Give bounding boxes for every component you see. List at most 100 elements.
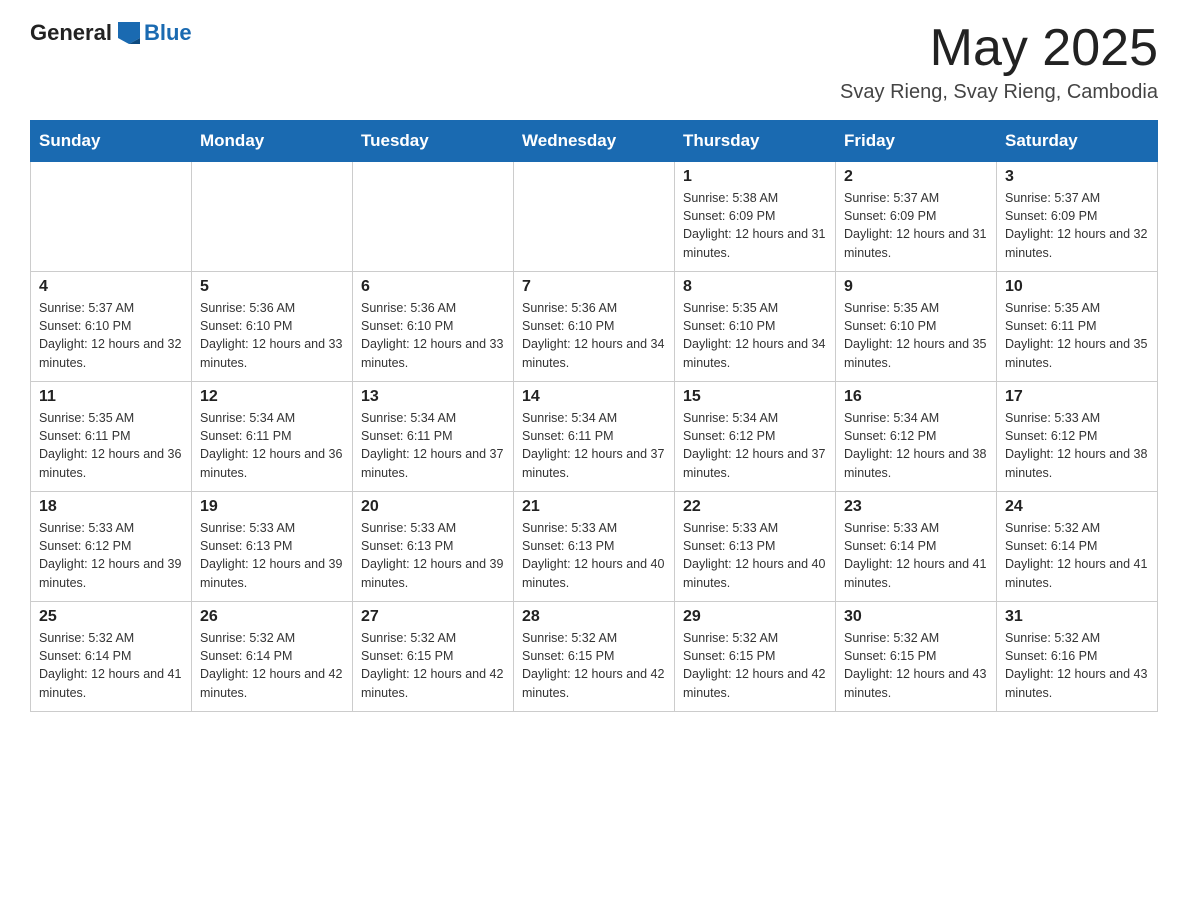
day-number: 24: [1005, 498, 1149, 516]
calendar-day-5: 5 Sunrise: 5:36 AM Sunset: 6:10 PM Daylig…: [192, 272, 353, 382]
day-info: Sunrise: 5:35 AM Sunset: 6:10 PM Dayligh…: [844, 299, 988, 372]
location-title: Svay Rieng, Svay Rieng, Cambodia: [840, 81, 1158, 104]
day-number: 16: [844, 388, 988, 406]
calendar-day-23: 23Sunrise: 5:33 AM Sunset: 6:14 PM Dayli…: [836, 492, 997, 602]
day-info: Sunrise: 5:38 AM Sunset: 6:09 PM Dayligh…: [683, 189, 827, 262]
calendar-day-16: 16 Sunrise: 5:34 AM Sunset: 6:12 PM Dayli…: [836, 382, 997, 492]
col-header-friday: Friday: [836, 121, 997, 162]
day-info: Sunrise: 5:35 AM Sunset: 6:10 PM Dayligh…: [683, 299, 827, 372]
day-info: Sunrise: 5:35 AM Sunset: 6:11 PM Dayligh…: [39, 409, 183, 482]
col-header-wednesday: Wednesday: [514, 121, 675, 162]
day-number: 14: [522, 388, 666, 406]
day-info: Sunrise: 5:33 AM Sunset: 6:13 PM Dayligh…: [361, 519, 505, 592]
calendar-day-3: 3 Sunrise: 5:37 AM Sunset: 6:09 PM Daylig…: [997, 162, 1158, 272]
day-info: Sunrise: 5:32 AM Sunset: 6:16 PM Dayligh…: [1005, 629, 1149, 702]
day-number: 17: [1005, 388, 1149, 406]
day-info: Sunrise: 5:32 AM Sunset: 6:14 PM Dayligh…: [200, 629, 344, 702]
calendar-day-19: 19Sunrise: 5:33 AM Sunset: 6:13 PM Dayli…: [192, 492, 353, 602]
calendar-day-26: 26 Sunrise: 5:32 AM Sunset: 6:14 PM Dayli…: [192, 602, 353, 712]
day-number: 23: [844, 498, 988, 516]
calendar-day-7: 7Sunrise: 5:36 AM Sunset: 6:10 PM Daylig…: [514, 272, 675, 382]
day-number: 8: [683, 278, 827, 296]
calendar-day-8: 8 Sunrise: 5:35 AM Sunset: 6:10 PM Daylig…: [675, 272, 836, 382]
calendar-day-11: 11 Sunrise: 5:35 AM Sunset: 6:11 PM Dayli…: [31, 382, 192, 492]
day-number: 3: [1005, 168, 1149, 186]
day-info: Sunrise: 5:34 AM Sunset: 6:11 PM Dayligh…: [361, 409, 505, 482]
day-info: Sunrise: 5:32 AM Sunset: 6:15 PM Dayligh…: [522, 629, 666, 702]
calendar-day-1: 1 Sunrise: 5:38 AM Sunset: 6:09 PM Daylig…: [675, 162, 836, 272]
calendar-week-row: 25 Sunrise: 5:32 AM Sunset: 6:14 PM Dayli…: [31, 602, 1158, 712]
calendar-header-row: SundayMondayTuesdayWednesdayThursdayFrid…: [31, 121, 1158, 162]
day-info: Sunrise: 5:32 AM Sunset: 6:15 PM Dayligh…: [361, 629, 505, 702]
day-info: Sunrise: 5:34 AM Sunset: 6:11 PM Dayligh…: [200, 409, 344, 482]
day-number: 26: [200, 608, 344, 626]
calendar-week-row: 4 Sunrise: 5:37 AM Sunset: 6:10 PM Daylig…: [31, 272, 1158, 382]
calendar-table: SundayMondayTuesdayWednesdayThursdayFrid…: [30, 120, 1158, 712]
logo-icon: [118, 22, 140, 44]
day-number: 11: [39, 388, 183, 406]
day-info: Sunrise: 5:32 AM Sunset: 6:14 PM Dayligh…: [39, 629, 183, 702]
calendar-day-20: 20 Sunrise: 5:33 AM Sunset: 6:13 PM Dayli…: [353, 492, 514, 602]
logo-general: General: [30, 20, 112, 46]
day-number: 20: [361, 498, 505, 516]
calendar-day-14: 14 Sunrise: 5:34 AM Sunset: 6:11 PM Dayli…: [514, 382, 675, 492]
day-info: Sunrise: 5:34 AM Sunset: 6:12 PM Dayligh…: [844, 409, 988, 482]
title-area: May 2025 Svay Rieng, Svay Rieng, Cambodi…: [840, 20, 1158, 104]
col-header-monday: Monday: [192, 121, 353, 162]
col-header-thursday: Thursday: [675, 121, 836, 162]
calendar-day-2: 2 Sunrise: 5:37 AM Sunset: 6:09 PM Daylig…: [836, 162, 997, 272]
calendar-day-21: 21Sunrise: 5:33 AM Sunset: 6:13 PM Dayli…: [514, 492, 675, 602]
calendar-week-row: 18 Sunrise: 5:33 AM Sunset: 6:12 PM Dayli…: [31, 492, 1158, 602]
calendar-day-22: 22Sunrise: 5:33 AM Sunset: 6:13 PM Dayli…: [675, 492, 836, 602]
calendar-day-10: 10Sunrise: 5:35 AM Sunset: 6:11 PM Dayli…: [997, 272, 1158, 382]
day-number: 29: [683, 608, 827, 626]
day-number: 27: [361, 608, 505, 626]
day-number: 1: [683, 168, 827, 186]
calendar-day-4: 4 Sunrise: 5:37 AM Sunset: 6:10 PM Daylig…: [31, 272, 192, 382]
day-info: Sunrise: 5:33 AM Sunset: 6:13 PM Dayligh…: [200, 519, 344, 592]
day-number: 2: [844, 168, 988, 186]
day-info: Sunrise: 5:36 AM Sunset: 6:10 PM Dayligh…: [361, 299, 505, 372]
day-number: 18: [39, 498, 183, 516]
col-header-tuesday: Tuesday: [353, 121, 514, 162]
day-info: Sunrise: 5:34 AM Sunset: 6:12 PM Dayligh…: [683, 409, 827, 482]
calendar-day-12: 12 Sunrise: 5:34 AM Sunset: 6:11 PM Dayli…: [192, 382, 353, 492]
day-number: 12: [200, 388, 344, 406]
day-info: Sunrise: 5:37 AM Sunset: 6:09 PM Dayligh…: [1005, 189, 1149, 262]
day-info: Sunrise: 5:33 AM Sunset: 6:12 PM Dayligh…: [39, 519, 183, 592]
day-info: Sunrise: 5:36 AM Sunset: 6:10 PM Dayligh…: [200, 299, 344, 372]
calendar-week-row: 11 Sunrise: 5:35 AM Sunset: 6:11 PM Dayli…: [31, 382, 1158, 492]
day-info: Sunrise: 5:37 AM Sunset: 6:09 PM Dayligh…: [844, 189, 988, 262]
calendar-day-31: 31 Sunrise: 5:32 AM Sunset: 6:16 PM Dayli…: [997, 602, 1158, 712]
day-info: Sunrise: 5:32 AM Sunset: 6:15 PM Dayligh…: [844, 629, 988, 702]
calendar-day-24: 24 Sunrise: 5:32 AM Sunset: 6:14 PM Dayli…: [997, 492, 1158, 602]
day-number: 28: [522, 608, 666, 626]
col-header-saturday: Saturday: [997, 121, 1158, 162]
calendar-day-6: 6Sunrise: 5:36 AM Sunset: 6:10 PM Daylig…: [353, 272, 514, 382]
day-info: Sunrise: 5:33 AM Sunset: 6:12 PM Dayligh…: [1005, 409, 1149, 482]
calendar-day-25: 25 Sunrise: 5:32 AM Sunset: 6:14 PM Dayli…: [31, 602, 192, 712]
day-info: Sunrise: 5:32 AM Sunset: 6:14 PM Dayligh…: [1005, 519, 1149, 592]
day-number: 31: [1005, 608, 1149, 626]
calendar-day-27: 27 Sunrise: 5:32 AM Sunset: 6:15 PM Dayli…: [353, 602, 514, 712]
calendar-day-17: 17 Sunrise: 5:33 AM Sunset: 6:12 PM Dayli…: [997, 382, 1158, 492]
calendar-day-18: 18 Sunrise: 5:33 AM Sunset: 6:12 PM Dayli…: [31, 492, 192, 602]
day-info: Sunrise: 5:37 AM Sunset: 6:10 PM Dayligh…: [39, 299, 183, 372]
day-number: 25: [39, 608, 183, 626]
day-number: 10: [1005, 278, 1149, 296]
day-number: 30: [844, 608, 988, 626]
calendar-day-15: 15Sunrise: 5:34 AM Sunset: 6:12 PM Dayli…: [675, 382, 836, 492]
empty-day-cell: [353, 162, 514, 272]
calendar-day-29: 29Sunrise: 5:32 AM Sunset: 6:15 PM Dayli…: [675, 602, 836, 712]
day-number: 7: [522, 278, 666, 296]
day-info: Sunrise: 5:33 AM Sunset: 6:13 PM Dayligh…: [683, 519, 827, 592]
col-header-sunday: Sunday: [31, 121, 192, 162]
day-number: 13: [361, 388, 505, 406]
empty-day-cell: [514, 162, 675, 272]
day-info: Sunrise: 5:34 AM Sunset: 6:11 PM Dayligh…: [522, 409, 666, 482]
calendar-day-13: 13 Sunrise: 5:34 AM Sunset: 6:11 PM Dayli…: [353, 382, 514, 492]
day-number: 4: [39, 278, 183, 296]
page-header: General Blue May 2025 Svay Rieng, Svay R…: [30, 20, 1158, 104]
day-number: 5: [200, 278, 344, 296]
day-number: 9: [844, 278, 988, 296]
